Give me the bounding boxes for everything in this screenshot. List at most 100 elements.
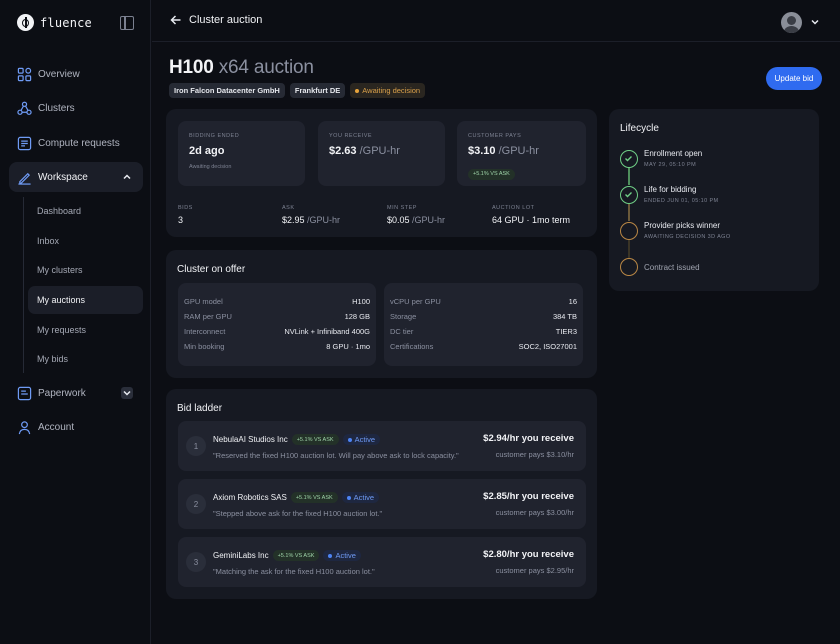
stat-value: 64 GPU · 1mo term [492,215,571,225]
summary-card: BIDDING ENDED 2d ago Awaiting decision Y… [166,109,597,237]
pen-icon [18,172,31,185]
stat-label: BIDS [178,205,193,211]
avatar[interactable] [781,12,802,33]
section-title: Lifecycle [620,123,659,134]
tile-value: $3.10 /GPU-hr [468,145,539,157]
spec-key: vCPU per GPU [390,297,441,306]
chevron-down-icon[interactable] [121,387,133,399]
spec-value: TIER3 [555,327,577,336]
stat-value: 3 [178,215,184,225]
step-title: Provider picks winner [644,221,721,230]
sidebar-item-overview[interactable]: Overview [9,59,143,89]
user-icon [18,420,31,434]
step-subtitle: MAY 29, 05:10 PM [644,162,697,168]
stat-auction-lot: AUCTION LOT 64 GPU · 1mo term [492,205,570,225]
section-title: Cluster on offer [177,264,246,275]
step-subtitle: AWAITING DECISION 3D AGO [644,234,731,240]
spec-value: SOC2, ISO27001 [518,342,577,351]
bid-note: "Stepped above ask for the fixed H100 au… [213,509,383,518]
spec-key: Certifications [390,342,434,351]
location-tag: Frankfurt DE [289,83,346,98]
stat-number: $0.05 [387,215,410,225]
tile-value: $2.63 /GPU-hr [329,145,400,157]
spec-row: RAM per GPU 128 GB [184,309,370,324]
spec-key: Interconnect [184,327,226,336]
price-value: $2.63 [329,145,357,157]
bid-row[interactable]: 2 Axiom Robotics SAS +5.1% VS ASK Active… [178,479,586,529]
bid-customer-pays: customer pays $3.10/hr [495,450,574,459]
vs-ask-badge: +5.1% VS ASK [291,434,339,445]
chevron-up-icon[interactable] [121,171,133,183]
step-subtitle: ENDED JUN 01, 05:10 PM [644,198,719,204]
chevron-down-icon[interactable] [809,16,821,28]
bid-note: "Matching the ask for the fixed H100 auc… [213,567,375,576]
spec-key: Min booking [184,342,225,351]
pending-step-icon [620,258,638,276]
sidebar-item-paperwork[interactable]: Paperwork [9,378,143,408]
logo[interactable]: fluence [17,14,92,31]
sidebar-subitem-my-requests[interactable]: My requests [28,316,143,344]
bid-header: Axiom Robotics SAS +5.1% VS ASK Active [213,492,380,503]
topbar: Cluster auction [152,0,840,42]
status-text: Awaiting decision [362,86,421,95]
tag-list: Iron Falcon Datacenter GmbH Frankfurt DE… [169,83,426,98]
status-badge: Awaiting decision [350,83,426,98]
sidebar-item-label: Overview [38,68,80,80]
step-connector [628,167,630,185]
pending-step-icon [620,222,638,240]
page-title: Cluster auction [189,14,263,26]
grid-icon [17,67,32,81]
status-badge: Active [341,492,380,503]
logo-text: fluence [40,15,92,30]
bid-receive: $2.94/hr you receive [483,433,574,444]
sidebar-subitem-my-bids[interactable]: My bids [28,345,143,373]
check-icon [620,186,638,204]
bid-customer-pays: customer pays $2.95/hr [495,566,574,575]
bid-row[interactable]: 1 NebulaAI Studios Inc +5.1% VS ASK Acti… [178,421,586,471]
auction-title: H100 x64 auction [169,57,314,79]
spec-row: GPU model H100 [184,294,370,309]
sidebar-subitem-dashboard[interactable]: Dashboard [28,197,143,225]
bid-header: NebulaAI Studios Inc +5.1% VS ASK Active [213,434,380,445]
sidebar-item-workspace[interactable]: Workspace [9,162,143,192]
bid-row[interactable]: 3 GeminiLabs Inc +5.1% VS ASK Active "Ma… [178,537,586,587]
status-dot [346,495,351,500]
spec-row: Storage 384 TB [390,309,577,324]
sidebar-item-label: Workspace [38,171,88,183]
bid-rank: 3 [186,552,206,572]
sidebar-item-clusters[interactable]: Clusters [9,93,143,123]
back-arrow-icon[interactable] [170,14,182,26]
status-text: Active [335,551,356,560]
bid-note: "Reserved the fixed H100 auction lot. Wi… [213,451,459,460]
sidebar-item-compute-requests[interactable]: Compute requests [9,128,143,158]
spec-row: vCPU per GPU 16 [390,294,577,309]
sidebar-toggle-icon[interactable] [120,16,134,30]
tile-label: CUSTOMER PAYS [468,133,522,139]
spec-key: RAM per GPU [184,312,232,321]
sidebar: fluence Overview Clusters Compute reques… [0,0,151,644]
price-unit: /GPU-hr [359,145,400,157]
stat-unit: /GPU-hr [412,215,446,225]
gpu-model: H100 [169,57,214,78]
status-text: Active [354,435,375,444]
you-receive-tile: YOU RECEIVE $2.63 /GPU-hr [318,121,445,186]
bidder-name: Axiom Robotics SAS [213,493,287,502]
sidebar-subitem-inbox[interactable]: Inbox [28,227,143,255]
bid-receive: $2.85/hr you receive [483,491,574,502]
vs-ask-badge: +5.1% VS ASK [290,492,338,503]
sidebar-item-label: Account [38,421,75,433]
sidebar-item-label: Paperwork [38,387,86,399]
requests-icon [17,136,32,150]
sidebar-subitem-my-clusters[interactable]: My clusters [28,256,143,284]
document-icon [17,386,32,400]
spec-value: 384 TB [552,312,577,321]
sidebar-item-account[interactable]: Account [9,412,143,442]
sidebar-item-label: Compute requests [38,137,120,149]
step-title: Life for bidding [644,185,697,194]
sidebar-subitem-my-auctions[interactable]: My auctions [28,286,143,314]
tile-label: YOU RECEIVE [329,133,373,139]
update-bid-button[interactable]: Update bid [766,67,822,90]
vs-ask-badge: +5.1% VS ASK [272,550,320,561]
stat-number: $2.95 [282,215,305,225]
cluster-card: Cluster on offer GPU model H100 RAM per G… [166,250,597,378]
